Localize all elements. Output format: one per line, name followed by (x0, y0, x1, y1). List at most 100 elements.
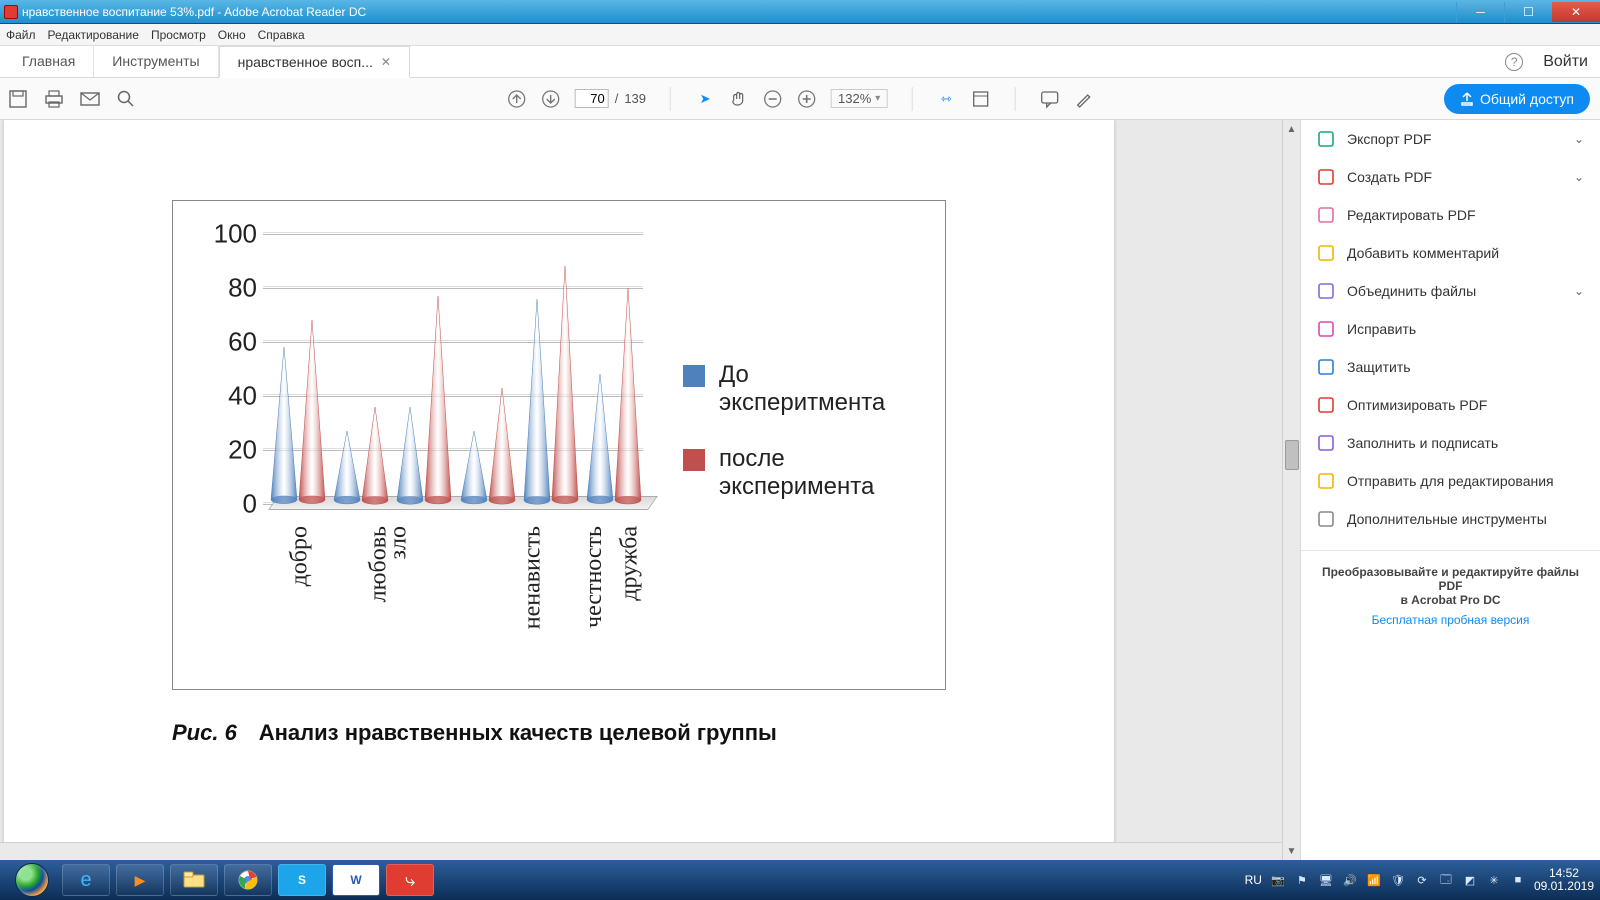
search-icon[interactable] (116, 89, 136, 109)
trial-link[interactable]: Бесплатная пробная версия (1317, 613, 1584, 627)
comment-icon[interactable] (1039, 89, 1059, 109)
tools-panel-item[interactable]: Создать PDF⌄ (1301, 158, 1600, 196)
taskbar-skype-icon[interactable]: S (278, 864, 326, 896)
vertical-scrollbar[interactable]: ▲ ▼ (1282, 120, 1300, 860)
fit-page-icon[interactable] (970, 89, 990, 109)
share-button[interactable]: Общий доступ (1444, 84, 1590, 114)
highlight-icon[interactable] (1073, 89, 1093, 109)
tools-item-icon (1317, 130, 1335, 148)
menu-help[interactable]: Справка (258, 28, 305, 42)
page-slash: / (615, 91, 619, 106)
window-title: нравственное воспитание 53%.pdf - Adobe … (22, 5, 366, 19)
tools-panel-item[interactable]: Оптимизировать PDF (1301, 386, 1600, 424)
pointer-icon[interactable]: ➤ (695, 89, 715, 109)
taskbar-acrobat-icon[interactable]: ⤷ (386, 864, 434, 896)
chart-cone (489, 388, 509, 504)
tools-item-icon (1317, 206, 1335, 224)
chart-caption: Рис. 6 Анализ нравственных качеств целев… (172, 720, 946, 746)
taskbar-clock[interactable]: 14:52 09.01.2019 (1534, 867, 1594, 893)
taskbar-word-icon[interactable]: W (332, 864, 380, 896)
chart-cone (587, 374, 607, 504)
help-icon[interactable]: ? (1505, 53, 1523, 71)
pdf-page: 020406080100 добролюбовьзлоненавистьчест… (4, 120, 1114, 860)
legend-entry: послеэксперимента (683, 445, 885, 501)
tray-network-icon[interactable]: 📶 (1366, 872, 1382, 888)
upload-icon (1460, 92, 1474, 106)
tray-av-icon[interactable]: ✳ (1486, 872, 1502, 888)
chart-frame: 020406080100 добролюбовьзлоненавистьчест… (172, 200, 946, 690)
start-button[interactable] (8, 860, 56, 900)
tools-item-label: Создать PDF (1347, 169, 1432, 185)
tray-update-icon[interactable]: ◩ (1462, 872, 1478, 888)
close-tab-icon[interactable]: ✕ (381, 55, 391, 69)
separator (911, 87, 912, 111)
window-maximize-button[interactable]: ☐ (1504, 2, 1552, 22)
save-icon[interactable] (8, 89, 28, 109)
hand-icon[interactable] (729, 89, 749, 109)
tools-item-icon (1317, 244, 1335, 262)
tools-panel-item[interactable]: Защитить (1301, 348, 1600, 386)
tools-panel-item[interactable]: Дополнительные инструменты (1301, 500, 1600, 538)
tools-panel-item[interactable]: Редактировать PDF (1301, 196, 1600, 234)
tools-item-icon (1317, 358, 1335, 376)
tools-item-label: Редактировать PDF (1347, 207, 1476, 223)
tools-panel: Экспорт PDF⌄Создать PDF⌄Редактировать PD… (1300, 120, 1600, 860)
chart-cone (461, 431, 481, 504)
page-current-input[interactable] (575, 89, 609, 108)
scroll-down-icon[interactable]: ▼ (1283, 842, 1300, 860)
menu-file[interactable]: Файл (6, 28, 36, 42)
tools-panel-item[interactable]: Отправить для редактирования (1301, 462, 1600, 500)
document-viewport[interactable]: 020406080100 добролюбовьзлоненавистьчест… (0, 120, 1300, 860)
chart-legend: Доэксперитмента послеэксперимента (683, 361, 885, 529)
scroll-up-icon[interactable]: ▲ (1283, 120, 1300, 138)
menu-edit[interactable]: Редактирование (48, 28, 139, 42)
tray-monitor-icon[interactable]: 🖥 (1318, 872, 1334, 888)
window-minimize-button[interactable]: ─ (1456, 2, 1504, 22)
login-link[interactable]: Войти (1543, 53, 1588, 71)
tray-camera-icon[interactable]: 📷 (1270, 872, 1286, 888)
taskbar-chrome-icon[interactable] (224, 864, 272, 896)
tray-sync-icon[interactable]: ⟳ (1414, 872, 1430, 888)
zoom-dropdown[interactable]: 132%▾ (831, 89, 887, 108)
menu-view[interactable]: Просмотр (151, 28, 206, 42)
promo-block: Преобразовывайте и редактируйте файлы PD… (1301, 551, 1600, 641)
taskbar-ie-icon[interactable]: e (62, 864, 110, 896)
window-controls: ─ ☐ ✕ (1456, 2, 1600, 22)
horizontal-scrollbar[interactable] (0, 842, 1282, 860)
chart-cone (425, 296, 445, 504)
tools-panel-item[interactable]: Добавить комментарий (1301, 234, 1600, 272)
menu-window[interactable]: Окно (218, 28, 246, 42)
taskbar-explorer-icon[interactable] (170, 864, 218, 896)
tray-shield-icon[interactable]: 🛡 (1390, 872, 1406, 888)
tab-document-label: нравственное восп... (238, 54, 373, 70)
print-icon[interactable] (44, 89, 64, 109)
tools-panel-item[interactable]: Исправить (1301, 310, 1600, 348)
fit-width-icon[interactable]: ⇿ (936, 89, 956, 109)
menubar: Файл Редактирование Просмотр Окно Справк… (0, 24, 1600, 46)
chevron-down-icon: ⌄ (1574, 132, 1584, 146)
zoom-in-icon[interactable] (797, 89, 817, 109)
main-area: 020406080100 добролюбовьзлоненавистьчест… (0, 120, 1600, 860)
legend-label: Доэксперитмента (719, 361, 885, 417)
page-down-icon[interactable] (541, 89, 561, 109)
tray-misc-icon[interactable]: ■ (1510, 872, 1526, 888)
promo-line-2: в Acrobat Pro DC (1400, 593, 1500, 607)
window-close-button[interactable]: ✕ (1552, 2, 1600, 22)
tools-panel-item[interactable]: Объединить файлы⌄ (1301, 272, 1600, 310)
tab-tools[interactable]: Инструменты (94, 45, 218, 77)
tab-home[interactable]: Главная (4, 45, 94, 77)
tray-battery-icon[interactable]: 🗔 (1438, 872, 1454, 888)
tools-panel-item[interactable]: Заполнить и подписать (1301, 424, 1600, 462)
tools-item-label: Заполнить и подписать (1347, 435, 1498, 451)
tools-panel-item[interactable]: Экспорт PDF⌄ (1301, 120, 1600, 158)
mail-icon[interactable] (80, 89, 100, 109)
language-indicator[interactable]: RU (1245, 873, 1262, 887)
scroll-thumb[interactable] (1285, 440, 1299, 470)
page-up-icon[interactable] (507, 89, 527, 109)
toolbar: / 139 ➤ 132%▾ ⇿ Общий доступ (0, 78, 1600, 120)
tray-flag-icon[interactable]: ⚑ (1294, 872, 1310, 888)
taskbar-media-icon[interactable]: ▶ (116, 864, 164, 896)
tab-document[interactable]: нравственное восп... ✕ (219, 46, 410, 78)
tray-volume-icon[interactable]: 🔊 (1342, 872, 1358, 888)
zoom-out-icon[interactable] (763, 89, 783, 109)
